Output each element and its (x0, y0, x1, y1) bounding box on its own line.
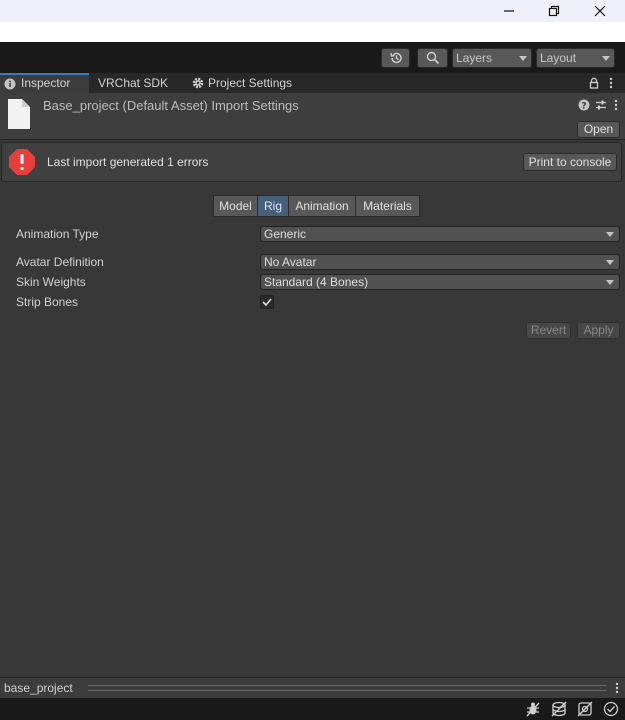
search-icon (426, 51, 439, 65)
checkmark-icon (262, 298, 272, 307)
chevron-down-icon (519, 56, 527, 61)
subtab-materials[interactable]: Materials (355, 195, 420, 217)
avatar-definition-label: Avatar Definition (16, 255, 104, 269)
skin-weights-dropdown[interactable]: Standard (4 Bones) (260, 274, 620, 290)
subtab-rig[interactable]: Rig (257, 195, 289, 217)
chevron-down-icon (606, 232, 614, 237)
apply-button[interactable]: Apply (577, 322, 620, 339)
error-helpbox: Last import generated 1 errors Print to … (1, 142, 622, 182)
chevron-down-icon (606, 280, 614, 285)
tab-vrchat-sdk[interactable]: VRChat SDK (89, 73, 181, 93)
subtab-model[interactable]: Model (213, 195, 258, 217)
tab-inspector-label: Inspector (21, 76, 71, 90)
restore-button[interactable] (531, 0, 577, 22)
chevron-down-icon (602, 56, 610, 61)
strip-bones-checkbox[interactable] (260, 295, 274, 309)
network-off-icon[interactable] (577, 701, 593, 717)
lock-icon[interactable] (588, 77, 600, 89)
animation-type-dropdown[interactable]: Generic (260, 226, 620, 242)
more-options-icon[interactable] (608, 77, 614, 89)
resize-handle[interactable] (88, 685, 606, 691)
error-icon (9, 149, 35, 175)
skin-weights-label: Skin Weights (16, 275, 86, 289)
print-to-console-button[interactable]: Print to console (523, 153, 617, 171)
help-icon[interactable]: ? (578, 99, 590, 111)
error-message: Last import generated 1 errors (47, 155, 209, 169)
import-settings-header: Base_project (Default Asset) Import Sett… (0, 93, 625, 140)
presets-icon[interactable] (595, 99, 607, 111)
tab-project-settings[interactable]: Project Settings (183, 73, 313, 93)
stack-icon[interactable] (551, 701, 567, 717)
minimize-button[interactable] (486, 0, 532, 22)
window-tab-bar: Inspector VRChat SDK Project Settings (0, 73, 625, 93)
preview-asset-name: base_project (4, 681, 73, 695)
tab-vrchat-sdk-label: VRChat SDK (98, 76, 169, 90)
tab-project-settings-label: Project Settings (208, 76, 293, 90)
history-button[interactable] (381, 48, 410, 68)
chevron-down-icon (606, 260, 614, 265)
close-icon (594, 5, 606, 17)
file-icon (8, 99, 30, 129)
skin-weights-value: Standard (4 Bones) (264, 275, 369, 289)
more-options-icon[interactable] (614, 682, 620, 694)
editor-toolbar: Layers Layout (0, 42, 625, 73)
animation-type-label: Animation Type (16, 227, 99, 241)
history-icon (389, 52, 402, 64)
svg-text:?: ? (581, 102, 586, 112)
strip-bones-label: Strip Bones (16, 295, 79, 309)
more-options-icon[interactable] (613, 99, 619, 111)
layout-dropdown[interactable]: Layout (536, 48, 615, 68)
bug-icon[interactable] (525, 701, 541, 717)
page-title: Base_project (Default Asset) Import Sett… (43, 98, 299, 113)
window-titlebar (0, 0, 625, 22)
check-circle-icon[interactable] (603, 701, 619, 717)
layers-dropdown[interactable]: Layers (452, 48, 532, 68)
avatar-definition-value: No Avatar (264, 255, 317, 269)
status-bar (0, 698, 625, 720)
layers-label: Layers (456, 51, 493, 65)
menu-strip (0, 22, 625, 42)
revert-button[interactable]: Revert (526, 322, 571, 339)
tab-inspector[interactable]: Inspector (0, 73, 89, 93)
gear-icon (192, 77, 204, 89)
preview-bar[interactable]: base_project (0, 677, 625, 698)
info-icon (4, 78, 16, 90)
minimize-icon (504, 10, 514, 12)
layout-label: Layout (540, 51, 577, 65)
close-button[interactable] (577, 0, 623, 22)
restore-icon (548, 5, 560, 17)
search-button[interactable] (417, 48, 448, 68)
subtab-animation[interactable]: Animation (288, 195, 356, 217)
open-button[interactable]: Open (577, 121, 620, 138)
animation-type-value: Generic (264, 227, 307, 241)
avatar-definition-dropdown[interactable]: No Avatar (260, 254, 620, 270)
